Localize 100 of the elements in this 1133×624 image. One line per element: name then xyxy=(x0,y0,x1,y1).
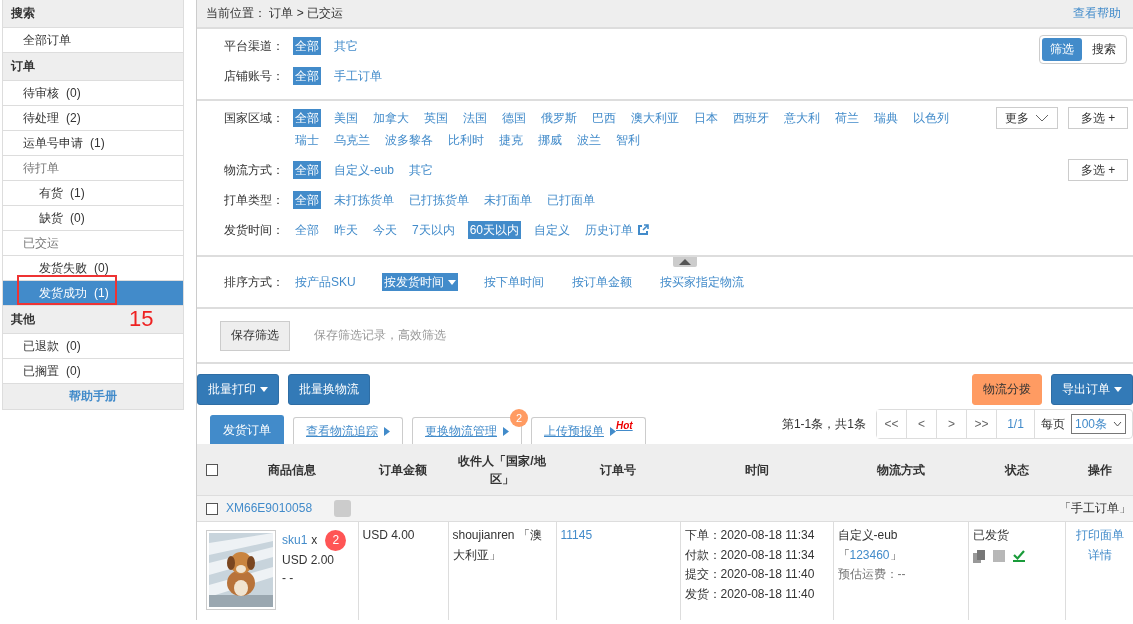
section-title: 订单 xyxy=(3,53,183,81)
sidebar-item[interactable]: 有货 (1) xyxy=(3,181,183,206)
multiplier: x xyxy=(311,533,318,547)
filter-option[interactable]: 比利时 xyxy=(446,131,486,149)
filter-option[interactable]: 60天以内 xyxy=(467,221,522,239)
filter-option[interactable]: 昨天 xyxy=(332,221,360,239)
filter-option[interactable]: 荷兰 xyxy=(833,109,861,127)
save-hint: 保存筛选记录，高效筛选 xyxy=(314,327,446,344)
sidebar-item[interactable]: 已退款 (0) xyxy=(3,334,183,359)
operation-link[interactable]: 详情 xyxy=(1088,547,1113,562)
bracket-text: 「 xyxy=(837,547,850,562)
copy-icon[interactable] xyxy=(972,549,985,563)
sidebar-item[interactable]: 已交运 xyxy=(3,231,183,256)
collapse-handle[interactable] xyxy=(673,257,697,267)
filter-option[interactable]: 波兰 xyxy=(575,131,603,149)
page-button[interactable]: << xyxy=(876,410,907,438)
filter-option[interactable]: 7天以内 xyxy=(410,221,457,239)
filter-option[interactable]: 俄罗斯 xyxy=(539,109,579,127)
check-icon[interactable] xyxy=(1012,550,1025,562)
filter-option[interactable]: 德国 xyxy=(500,109,528,127)
more-button[interactable]: 更多 xyxy=(996,107,1058,129)
filter-option[interactable]: 英国 xyxy=(422,109,450,127)
order-time: 付款：2020-08-18 11:34 xyxy=(684,546,816,564)
action-button[interactable]: 物流分拨 xyxy=(972,374,1042,405)
filter-option[interactable]: 按下单时间 xyxy=(481,273,546,291)
filter-option[interactable]: 其它 xyxy=(407,161,436,179)
tab[interactable]: 查看物流追踪 xyxy=(293,417,403,444)
filter-label: 国家区域： xyxy=(224,110,285,127)
filter-option[interactable]: 已打拣货单 xyxy=(407,191,471,209)
external-link-icon xyxy=(637,224,650,236)
filter-option[interactable]: 未打拣货单 xyxy=(332,191,396,209)
action-button[interactable]: 批量打印 xyxy=(197,374,279,405)
filter-option[interactable]: 乌克兰 xyxy=(332,131,372,149)
filter-option[interactable]: 已打面单 xyxy=(545,191,597,209)
help-link[interactable]: 帮助手册 xyxy=(69,389,117,403)
filter-option[interactable]: 手工订单 xyxy=(332,67,384,85)
sidebar-item[interactable]: 待审核 (0) xyxy=(3,81,183,106)
action-button[interactable]: 导出订单 xyxy=(1051,374,1133,405)
multi-select-button[interactable]: 多选 + xyxy=(1068,159,1128,181)
filter-option[interactable]: 加拿大 xyxy=(371,109,411,127)
order-number-link[interactable]: 11145 xyxy=(560,528,593,542)
save-filter-button[interactable]: 保存筛选 xyxy=(220,320,290,351)
filter-option[interactable]: 巴西 xyxy=(590,109,618,127)
filter-option[interactable]: 波多黎各 xyxy=(383,131,435,149)
shipping-method: 自定义-eub xyxy=(837,527,899,544)
filter-option[interactable]: 挪威 xyxy=(536,131,564,149)
column-header: 状态 xyxy=(1004,462,1029,477)
filter-option[interactable]: 按买家指定物流 xyxy=(657,273,746,291)
order-time: 发货：2020-08-18 11:40 xyxy=(684,585,816,603)
order-amount: USD 4.00 xyxy=(362,528,415,542)
multi-select-button[interactable]: 多选 + xyxy=(1068,107,1128,129)
filter-option[interactable]: 西班牙 xyxy=(731,109,771,127)
recipient: shoujianren 「澳大利亚」 xyxy=(452,528,542,562)
chevron-down-icon xyxy=(1113,421,1122,427)
filter-option[interactable]: 按产品SKU xyxy=(293,273,358,291)
checkbox[interactable] xyxy=(206,502,218,515)
filter-option[interactable]: 全部 xyxy=(293,37,321,55)
filter-option[interactable]: 瑞士 xyxy=(293,131,321,149)
filter-option[interactable]: 澳大利亚 xyxy=(629,109,681,127)
filter-option[interactable]: 按订单金额 xyxy=(569,273,634,291)
filter-option[interactable]: 美国 xyxy=(332,109,360,127)
filter-option[interactable]: 按发货时间 xyxy=(381,273,458,291)
help-link[interactable]: 查看帮助 xyxy=(1073,5,1121,22)
tracking-link[interactable]: 123460 xyxy=(849,547,890,562)
mode-tab[interactable]: 筛选 xyxy=(1042,38,1082,61)
filter-option[interactable]: 全部 xyxy=(293,161,321,179)
sidebar-item[interactable]: 缺货 (0) xyxy=(3,206,183,231)
sidebar-item[interactable]: 待处理 (2) xyxy=(3,106,183,131)
quantity-badge: 2 xyxy=(325,530,347,551)
tab[interactable]: 发货订单 xyxy=(210,415,284,444)
per-page-select[interactable]: 100条 xyxy=(1070,414,1126,434)
filter-option[interactable]: 法国 xyxy=(461,109,489,127)
sidebar-item[interactable]: 发货成功 (1) xyxy=(3,281,183,306)
filter-option[interactable]: 智利 xyxy=(614,131,642,149)
product-price: USD 2.00 xyxy=(282,552,336,569)
filter-option[interactable]: 意大利 xyxy=(782,109,822,127)
up-triangle-icon xyxy=(679,259,691,265)
filter-option[interactable]: 自定义-eub xyxy=(332,161,397,179)
filter-option[interactable]: 自定义 xyxy=(532,221,573,239)
checkbox[interactable] xyxy=(206,464,218,477)
filter-option[interactable]: 未打面单 xyxy=(482,191,534,209)
sidebar-item[interactable]: 运单号申请 (1) xyxy=(3,131,183,156)
filter-option[interactable]: 全部 xyxy=(293,221,321,239)
filter-option[interactable]: 全部 xyxy=(293,67,321,85)
order-id-link[interactable]: XM66E9010058 xyxy=(226,500,313,515)
filter-option[interactable]: 瑞典 xyxy=(872,109,900,127)
filter-option[interactable]: 历史订单 xyxy=(583,221,652,239)
filter-option[interactable]: 日本 xyxy=(692,109,720,127)
tab[interactable]: 上传预报单 Hot xyxy=(531,417,646,444)
filter-option[interactable]: 全部 xyxy=(293,109,321,127)
filter-option[interactable]: 其它 xyxy=(332,37,360,55)
sku-link[interactable]: sku1 xyxy=(282,533,308,547)
filter-option[interactable]: 全部 xyxy=(293,191,321,209)
sidebar-item[interactable]: 待打单 xyxy=(3,156,183,181)
filter-option[interactable]: 以色列 xyxy=(911,109,951,127)
operation-link[interactable]: 打印面单 xyxy=(1076,528,1125,542)
action-button[interactable]: 批量换物流 xyxy=(288,374,370,405)
filter-option[interactable]: 捷克 xyxy=(497,131,525,149)
filter-option[interactable]: 今天 xyxy=(371,221,399,239)
caret-icon xyxy=(447,279,456,285)
